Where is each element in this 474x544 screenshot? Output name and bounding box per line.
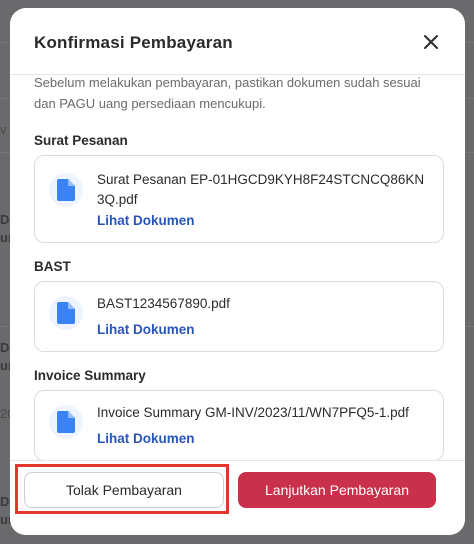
document-icon-badge xyxy=(49,173,83,207)
document-icon xyxy=(57,411,75,433)
close-button[interactable] xyxy=(419,30,443,54)
document-file-name: Invoice Summary GM-INV/2023/11/WN7PFQ5-1… xyxy=(97,405,409,420)
payment-confirmation-dialog: Konfirmasi Pembayaran Sebelum melakukan … xyxy=(10,8,465,535)
document-file-name: Surat Pesanan EP-01HGCD9KYH8F24STCNCQ86K… xyxy=(97,172,425,207)
dialog-header: Konfirmasi Pembayaran xyxy=(10,8,465,75)
document-card-invoice-summary: Invoice Summary GM-INV/2023/11/WN7PFQ5-1… xyxy=(34,390,444,461)
document-icon xyxy=(57,179,75,201)
close-icon xyxy=(424,35,438,49)
document-icon-badge xyxy=(49,405,83,439)
document-card-bast: BAST1234567890.pdf Lihat Dokumen xyxy=(34,281,444,352)
section-label-invoice-summary: Invoice Summary xyxy=(34,368,146,383)
reject-payment-button[interactable]: Tolak Pembayaran xyxy=(24,472,224,508)
document-icon xyxy=(57,302,75,324)
view-document-link[interactable]: Lihat Dokumen xyxy=(97,322,195,337)
continue-payment-button[interactable]: Lanjutkan Pembayaran xyxy=(238,472,436,508)
view-document-link[interactable]: Lihat Dokumen xyxy=(97,431,195,446)
document-card-surat-pesanan: Surat Pesanan EP-01HGCD9KYH8F24STCNCQ86K… xyxy=(34,155,444,243)
section-label-surat-pesanan: Surat Pesanan xyxy=(34,133,128,148)
document-icon-badge xyxy=(49,296,83,330)
view-document-link[interactable]: Lihat Dokumen xyxy=(97,213,195,228)
section-label-bast: BAST xyxy=(34,259,71,274)
document-file-name: BAST1234567890.pdf xyxy=(97,296,230,311)
dialog-title: Konfirmasi Pembayaran xyxy=(34,33,233,52)
dialog-description: Sebelum melakukan pembayaran, pastikan d… xyxy=(34,75,421,111)
